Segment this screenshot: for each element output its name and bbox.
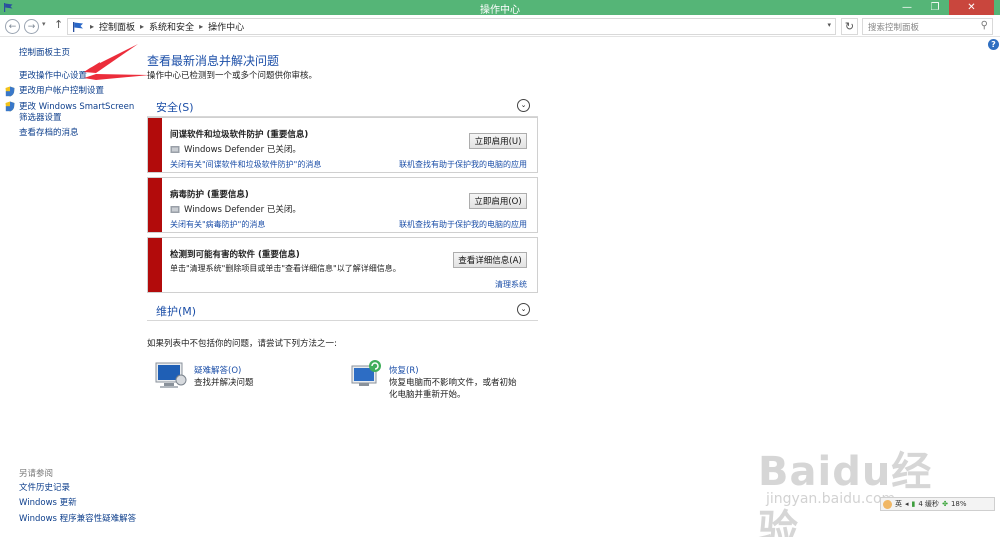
windows-logo-icon: ✤ — [942, 500, 948, 508]
see-also-heading: 另请参阅 — [19, 469, 54, 479]
alert-title: 检测到可能有害的软件 (重要信息) — [170, 250, 300, 260]
forward-button[interactable]: → — [24, 19, 39, 34]
alert-status: Windows Defender 已关闭。 — [170, 143, 301, 155]
alert-severity-bar — [148, 178, 162, 232]
up-level-button[interactable]: ↑ — [54, 18, 63, 31]
refresh-button[interactable]: ↻ — [841, 18, 858, 35]
window-title: 操作中心 — [480, 5, 520, 16]
page-subtitle: 操作中心已检测到一个或多个问题供你审核。 — [147, 71, 318, 81]
alert-status-text: Windows Defender 已关闭。 — [184, 205, 301, 215]
address-toolbar: ← → ▾ ↑ ▸ 控制面板 ▸ 系统和安全 ▸ 操作中心 ▾ ↻ 搜索控制面板… — [0, 15, 1000, 37]
alert-status: Windows Defender 已关闭。 — [170, 203, 301, 215]
find-apps-online-link[interactable]: 联机查找有助于保护我的电脑的应用 — [399, 159, 527, 170]
search-input[interactable]: 搜索控制面板 ⚲ — [862, 18, 993, 35]
view-details-button[interactable]: 查看详细信息(A) — [453, 252, 527, 268]
close-button[interactable]: ✕ — [949, 0, 994, 15]
sidebar-link-smartscreen-settings[interactable]: 更改 Windows SmartScreen 筛选器设置 — [19, 102, 134, 124]
ime-volume-icon: ◂ — [905, 500, 909, 508]
address-dropdown-icon[interactable]: ▾ — [827, 21, 831, 29]
expand-chevron-icon[interactable]: ⌄ — [517, 303, 530, 316]
ime-language[interactable]: 英 — [895, 499, 902, 509]
uac-shield-icon — [5, 86, 15, 97]
breadcrumb-control-panel[interactable]: 控制面板 — [99, 20, 135, 33]
find-apps-online-link[interactable]: 联机查找有助于保护我的电脑的应用 — [399, 219, 527, 230]
maintenance-section-label: 维护(M) — [156, 305, 197, 318]
breadcrumb-separator-icon: ▸ — [140, 22, 145, 31]
troubleshooting-icon[interactable] — [154, 361, 188, 389]
battery-level: 18% — [950, 500, 967, 508]
sidebar-link-archived-messages[interactable]: 查看存档的消息 — [19, 128, 79, 139]
clean-system-link[interactable]: 清理系统 — [495, 279, 527, 290]
collapse-chevron-icon[interactable]: ⌄ — [517, 99, 530, 112]
help-note: 如果列表中不包括你的问题，请尝试下列方法之一: — [147, 339, 337, 349]
breadcrumb-separator-icon: ▸ — [199, 22, 204, 31]
recovery-desc-line1: 恢复电脑而不影响文件，或者初始 — [389, 378, 517, 388]
watermark-brand: Baidu经验 — [758, 449, 933, 537]
security-section-header[interactable]: 安全(S) ⌄ — [147, 95, 538, 117]
maintenance-section-header[interactable]: 维护(M) ⌄ — [147, 299, 538, 321]
security-section-label: 安全(S) — [156, 101, 194, 114]
turn-off-messages-link[interactable]: 关闭有关"间谍软件和垃圾软件防护"的消息 — [170, 159, 321, 170]
sidebar-link-smartscreen-line2: 筛选器设置 — [19, 113, 62, 123]
title-bar: 操作中心 — ❐ ✕ — [0, 0, 1000, 16]
minimize-button[interactable]: — — [893, 0, 921, 15]
turn-off-messages-link[interactable]: 关闭有关"病毒防护"的消息 — [170, 219, 265, 230]
sidebar-link-control-panel-home[interactable]: 控制面板主页 — [19, 48, 70, 59]
page-title: 查看最新消息并解决问题 — [147, 54, 280, 68]
sidebar-link-change-uac-settings[interactable]: 更改用户帐户控制设置 — [19, 86, 104, 97]
defender-icon — [170, 205, 180, 213]
network-icon: ▮ — [911, 500, 916, 508]
maximize-button[interactable]: ❐ — [921, 0, 949, 15]
recovery-link[interactable]: 恢复(R) — [389, 364, 419, 376]
address-bar[interactable]: ▸ 控制面板 ▸ 系统和安全 ▸ 操作中心 ▾ — [67, 18, 836, 35]
sidebar-link-smartscreen-line1: 更改 Windows SmartScreen — [19, 102, 135, 112]
alert-status-text: Windows Defender 已关闭。 — [184, 145, 301, 155]
alert-panel-virus: 病毒防护 (重要信息) Windows Defender 已关闭。 立即启用(O… — [147, 177, 538, 233]
alert-severity-bar — [148, 238, 162, 292]
breadcrumb-action-center[interactable]: 操作中心 — [208, 20, 244, 33]
ime-toolbar: 英 ◂ ▮ 4 缓秒 ✤ 18% — [880, 497, 995, 511]
alert-panel-harmful-software: 检测到可能有害的软件 (重要信息) 单击"清理系统"删除项目或单击"查看详细信息… — [147, 237, 538, 293]
alert-panel-spyware: 间谍软件和垃圾软件防护 (重要信息) Windows Defender 已关闭。… — [147, 117, 538, 173]
recent-pages-dropdown-icon[interactable]: ▾ — [42, 20, 46, 28]
search-placeholder: 搜索控制面板 — [868, 23, 920, 33]
control-panel-flag-icon — [73, 21, 83, 32]
enable-now-button[interactable]: 立即启用(U) — [469, 133, 527, 149]
alert-description: 单击"清理系统"删除项目或单击"查看详细信息"以了解详细信息。 — [170, 264, 401, 273]
see-also-compat-troubleshooter[interactable]: Windows 程序兼容性疑难解答 — [19, 514, 136, 525]
breadcrumb-separator-icon: ▸ — [90, 22, 95, 31]
sidebar-link-change-action-center-settings[interactable]: 更改操作中心设置 — [19, 71, 87, 82]
search-icon[interactable]: ⚲ — [981, 20, 988, 31]
recovery-desc-line2: 化电脑并重新开始。 — [389, 390, 466, 400]
defender-icon — [170, 145, 180, 153]
recovery-icon[interactable] — [350, 358, 384, 388]
help-icon[interactable]: ? — [988, 39, 999, 50]
alert-severity-bar — [148, 118, 162, 172]
see-also-windows-update[interactable]: Windows 更新 — [19, 498, 77, 509]
recovery-desc: 恢复电脑而不影响文件，或者初始 化电脑并重新开始。 — [389, 377, 517, 401]
see-also-file-history[interactable]: 文件历史记录 — [19, 483, 70, 494]
troubleshooting-link[interactable]: 疑难解答(O) — [194, 364, 241, 376]
uac-shield-icon — [5, 101, 15, 112]
watermark-url: jingyan.baidu.com — [766, 491, 896, 507]
ime-avatar-icon[interactable] — [883, 499, 892, 509]
troubleshooting-desc: 查找并解决问题 — [194, 378, 254, 388]
enable-now-button[interactable]: 立即启用(O) — [469, 193, 527, 209]
alert-title: 病毒防护 (重要信息) — [170, 190, 249, 200]
ime-status-text: 4 缓秒 — [918, 500, 940, 508]
alert-title: 间谍软件和垃圾软件防护 (重要信息) — [170, 130, 309, 140]
back-button[interactable]: ← — [5, 19, 20, 34]
breadcrumb-system-security[interactable]: 系统和安全 — [149, 20, 194, 33]
